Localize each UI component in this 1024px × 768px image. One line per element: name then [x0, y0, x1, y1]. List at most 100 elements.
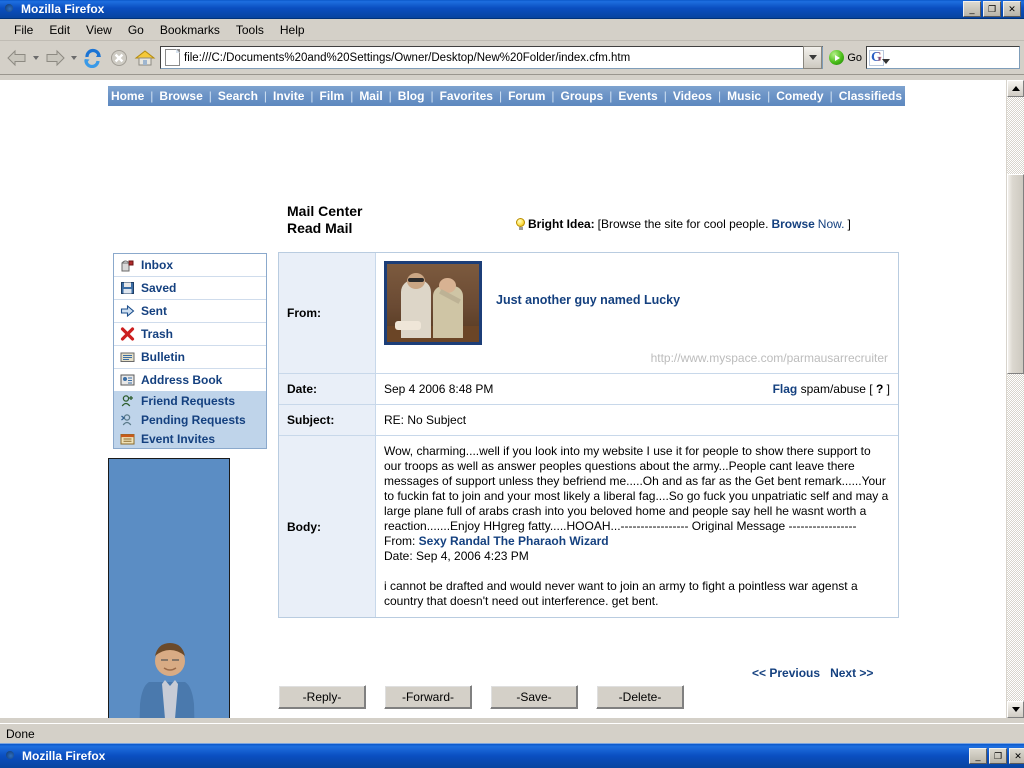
menu-help[interactable]: Help [272, 21, 313, 39]
sender-avatar[interactable] [384, 261, 482, 345]
sidebar-item-bulletin[interactable]: Bulletin [114, 346, 266, 369]
flag-close: ] [883, 382, 890, 396]
bottom-maximize-button[interactable]: ❐ [989, 748, 1007, 764]
sidebar-item-saved[interactable]: Saved [114, 277, 266, 300]
sitenav-item-invite[interactable]: Invite [267, 89, 310, 103]
go-icon[interactable] [829, 50, 845, 65]
reply-button[interactable]: -Reply- [278, 685, 366, 709]
previous-message-link[interactable]: << Previous [752, 666, 820, 680]
bright-idea-tip: Bright Idea: [Browse the site for cool p… [516, 217, 851, 231]
stop-button[interactable] [106, 45, 132, 71]
delete-button[interactable]: -Delete- [596, 685, 684, 709]
menu-go[interactable]: Go [120, 21, 152, 39]
sitenav-item-blog[interactable]: Blog [392, 89, 431, 103]
date-label: Date: [279, 374, 376, 404]
address-bar[interactable]: file:///C:/Documents%20and%20Settings/Ow… [160, 46, 824, 69]
date-value: Sep 4 2006 8:48 PM [384, 382, 494, 396]
sender-name-link[interactable]: Just another guy named Lucky [496, 261, 680, 307]
sitenav-item-browse[interactable]: Browse [153, 89, 208, 103]
next-message-link[interactable]: Next >> [830, 666, 873, 680]
back-arrow-icon [7, 49, 26, 66]
home-button[interactable] [132, 45, 158, 71]
sidebar-item-label: Sent [141, 304, 168, 318]
forward-history-caret-icon[interactable] [71, 55, 77, 60]
sitenav-item-mail[interactable]: Mail [353, 89, 388, 103]
sidebar-item-address-book[interactable]: Address Book [114, 369, 266, 391]
menu-bookmarks[interactable]: Bookmarks [152, 21, 228, 39]
save-button[interactable]: -Save- [490, 685, 578, 709]
bottom-window-bar: Mozilla Firefox _ ❐ ✕ [0, 743, 1024, 768]
search-input[interactable]: G [866, 46, 1020, 69]
go-label: Go [847, 51, 862, 64]
navigation-toolbar: file:///C:/Documents%20and%20Settings/Ow… [0, 41, 1024, 75]
bottom-minimize-button[interactable]: _ [969, 748, 987, 764]
minimize-button[interactable]: _ [963, 1, 981, 17]
bottom-close-button[interactable]: ✕ [1009, 748, 1024, 764]
search-engine-caret-icon[interactable] [881, 59, 890, 64]
quoted-from-label: From: [384, 534, 419, 548]
forward-button[interactable] [42, 45, 68, 71]
sitenav-item-groups[interactable]: Groups [555, 89, 610, 103]
page-icon [165, 49, 180, 66]
back-button[interactable] [4, 45, 30, 71]
sitenav-item-favorites[interactable]: Favorites [434, 89, 499, 103]
sidebar-item-pending-requests[interactable]: Pending Requests [114, 410, 266, 429]
bright-idea-text: [Browse the site for cool people. [597, 217, 769, 231]
menu-view[interactable]: View [78, 21, 120, 39]
page-viewport: Home | Browse | Search | Invite | Film | Mail… [0, 80, 1024, 718]
body-value: Wow, charming....well if you look into m… [376, 436, 898, 617]
menu-file[interactable]: File [6, 21, 41, 39]
sidebar-item-label: Trash [141, 327, 174, 341]
bulletin-icon [120, 350, 135, 364]
body-part-2: i cannot be drafted and would never want… [384, 579, 858, 608]
subject-value: RE: No Subject [384, 413, 467, 427]
back-history-caret-icon[interactable] [33, 55, 39, 60]
browse-now-link[interactable]: Browse [771, 217, 814, 231]
sitenav-item-events[interactable]: Events [612, 89, 663, 103]
sitenav-item-videos[interactable]: Videos [667, 89, 718, 103]
scroll-down-button[interactable] [1007, 701, 1024, 718]
subject-label: Subject: [279, 405, 376, 435]
sidebar-item-event-invites[interactable]: Event Invites [114, 429, 266, 448]
inbox-icon [120, 258, 135, 272]
maximize-button[interactable]: ❐ [983, 1, 1001, 17]
address-dropdown-button[interactable] [803, 46, 823, 69]
date-value-cell: Flag spam/abuse [ ? ] Sep 4 2006 8:48 PM [376, 374, 898, 404]
sitenav-item-film[interactable]: Film [314, 89, 351, 103]
sitenav-item-comedy[interactable]: Comedy [770, 89, 829, 103]
sidebar-item-sent[interactable]: Sent [114, 300, 266, 323]
sidebar-item-trash[interactable]: Trash [114, 323, 266, 346]
go-control[interactable]: Go [825, 50, 866, 65]
firefox-logo-icon [3, 2, 17, 16]
message-subject-row: Subject: RE: No Subject [279, 405, 898, 436]
sidebar-advertisement[interactable] [108, 458, 230, 718]
scrollbar-thumb[interactable] [1007, 174, 1024, 374]
sitenav-item-home[interactable]: Home [105, 89, 150, 103]
bottom-window-controls: _ ❐ ✕ [969, 748, 1024, 764]
scroll-up-button[interactable] [1007, 80, 1024, 97]
flag-link[interactable]: Flag [773, 382, 798, 396]
menu-bar: File Edit View Go Bookmarks Tools Help [0, 19, 1024, 41]
menu-edit[interactable]: Edit [41, 21, 78, 39]
status-bar: Done [0, 723, 1024, 744]
menu-tools[interactable]: Tools [228, 21, 272, 39]
forward-button[interactable]: -Forward- [384, 685, 472, 709]
sitenav-item-classifieds[interactable]: Classifieds [833, 89, 908, 103]
sidebar-item-friend-requests[interactable]: Friend Requests [114, 391, 266, 410]
sidebar-item-label: Friend Requests [141, 393, 236, 408]
bright-idea-label: Bright Idea: [528, 217, 595, 231]
page-title-line1: Mail Center [287, 203, 363, 219]
sitenav-item-search[interactable]: Search [212, 89, 264, 103]
reload-button[interactable] [80, 45, 106, 71]
body-part-1: Wow, charming....well if you look into m… [384, 444, 889, 533]
quoted-sender-link[interactable]: Sexy Randal The Pharaoh Wizard [419, 534, 609, 548]
window-controls: _ ❐ ✕ [963, 1, 1021, 17]
sidebar-item-label: Inbox [141, 258, 173, 272]
vertical-scrollbar[interactable] [1006, 80, 1024, 718]
sitenav-item-forum[interactable]: Forum [502, 89, 551, 103]
close-button[interactable]: ✕ [1003, 1, 1021, 17]
sitenav-item-music[interactable]: Music [721, 89, 767, 103]
browse-now-link-rest[interactable]: Now. [818, 217, 845, 231]
lightbulb-icon [516, 218, 525, 230]
sidebar-item-inbox[interactable]: Inbox [114, 254, 266, 277]
